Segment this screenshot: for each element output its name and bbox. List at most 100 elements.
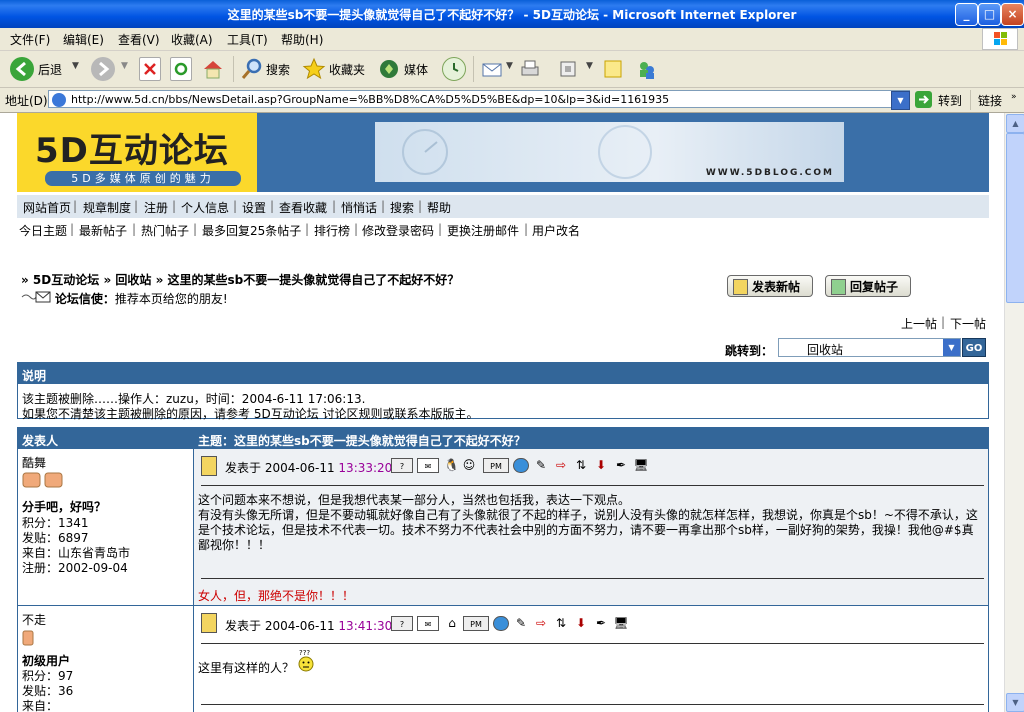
nav-rename[interactable]: 用户改名 <box>532 222 580 239</box>
address-bar: 地址(D) http://www.5d.cn/bbs/NewsDetail.as… <box>0 88 1024 113</box>
move-icon[interactable]: ⇅ <box>573 458 589 473</box>
post-author[interactable]: 不走 <box>22 611 46 628</box>
profile-icon[interactable]: ? <box>391 616 413 631</box>
breadcrumb-board[interactable]: » 回收站 <box>103 273 151 287</box>
window-titlebar[interactable]: 这里的某些sb不要一提头像就觉得自己了不起好不好？ - 5D互动论坛 - Mic… <box>0 0 1024 28</box>
nav-hot-posts[interactable]: 热门帖子 <box>141 222 189 239</box>
nav-help[interactable]: 帮助 <box>427 199 451 216</box>
pm-icon[interactable]: PM <box>483 458 509 473</box>
pm-icon[interactable]: PM <box>463 616 489 631</box>
edit-post-icon[interactable]: ✎ <box>513 616 529 631</box>
quote-icon[interactable]: ⇨ <box>533 616 549 631</box>
back-dropdown-icon[interactable]: ▼ <box>72 61 79 71</box>
jump-go-button[interactable]: GO <box>962 338 986 357</box>
pen-icon[interactable]: ✒ <box>593 616 609 631</box>
history-icon[interactable] <box>442 57 466 81</box>
next-topic-link[interactable]: 下一帖 <box>950 315 986 332</box>
nav-change-password[interactable]: 修改登录密码 <box>362 222 434 239</box>
post-author[interactable]: 酷舞 <box>22 454 46 471</box>
media-icon[interactable] <box>377 57 401 81</box>
edit-icon[interactable] <box>556 57 580 81</box>
reply-button[interactable]: 回复帖子 <box>825 275 911 297</box>
edit-dropdown-icon[interactable]: ▼ <box>586 61 593 71</box>
download-icon[interactable]: ⬇ <box>573 616 589 631</box>
profile-icon[interactable]: ? <box>391 458 413 473</box>
home-icon[interactable] <box>201 57 225 81</box>
search-user-icon[interactable] <box>493 616 509 631</box>
email-icon[interactable]: ✉ <box>417 458 439 473</box>
jump-select[interactable]: 回收站 ▼ <box>778 338 961 357</box>
favorites-label[interactable]: 收藏夹 <box>329 61 365 78</box>
forward-arrow-icon[interactable] <box>91 57 115 81</box>
menu-view[interactable]: 查看(V) <box>118 31 160 48</box>
nav-rules[interactable]: 规章制度 <box>83 199 131 216</box>
nav-settings[interactable]: 设置 <box>242 199 266 216</box>
pen-icon[interactable]: ✒ <box>613 458 629 473</box>
messenger-icon[interactable] <box>635 57 659 81</box>
mail-icon[interactable] <box>480 57 504 81</box>
search-icon[interactable] <box>240 57 264 81</box>
nav-search[interactable]: 搜索 <box>390 199 414 216</box>
links-expand-icon[interactable]: » <box>1011 92 1017 102</box>
nav-favorites[interactable]: 查看收藏 <box>279 199 327 216</box>
nav-today-topics[interactable]: 今日主题 <box>19 222 67 239</box>
site-logo[interactable]: 5D互动论坛 5D多媒体原创的魅力 <box>17 113 257 192</box>
discuss-icon[interactable] <box>601 57 625 81</box>
nav-profile[interactable]: 个人信息 <box>181 199 229 216</box>
download-icon[interactable]: ⬇ <box>593 458 609 473</box>
stop-icon[interactable] <box>139 57 161 81</box>
menu-help[interactable]: 帮助(H) <box>281 31 323 48</box>
nav-change-email[interactable]: 更换注册邮件 <box>447 222 519 239</box>
minimize-button[interactable]: _ <box>955 3 978 26</box>
quote-icon[interactable]: ⇨ <box>553 458 569 473</box>
search-user-icon[interactable] <box>513 458 529 473</box>
address-input[interactable]: http://www.5d.cn/bbs/NewsDetail.asp?Grou… <box>48 90 910 108</box>
mail-dropdown-icon[interactable]: ▼ <box>506 61 513 71</box>
breadcrumb-forum[interactable]: » 5D互动论坛 <box>21 273 99 287</box>
address-dropdown-icon[interactable]: ▼ <box>891 91 910 110</box>
menu-file[interactable]: 文件(F) <box>10 31 50 48</box>
ip-icon[interactable]: 🖥 <box>633 458 649 473</box>
print-icon[interactable] <box>518 57 542 81</box>
new-post-button[interactable]: 发表新帖 <box>727 275 813 297</box>
qq-icon[interactable]: 🐧 <box>444 458 459 473</box>
msn-icon[interactable]: ☺ <box>461 458 477 473</box>
maximize-button[interactable]: □ <box>978 3 1001 26</box>
nav-latest-posts[interactable]: 最新帖子 <box>79 222 127 239</box>
logo-slogan: 5D多媒体原创的魅力 <box>45 171 241 186</box>
close-button[interactable]: × <box>1001 3 1024 26</box>
blog-ad-banner[interactable]: WWW.5DBLOG.COM <box>375 122 844 182</box>
menu-edit[interactable]: 编辑(E) <box>63 31 104 48</box>
favorites-star-icon[interactable] <box>302 57 326 81</box>
links-label[interactable]: 链接 <box>978 92 1002 109</box>
forward-dropdown-icon[interactable]: ▼ <box>121 61 128 71</box>
media-label[interactable]: 媒体 <box>404 61 428 78</box>
go-arrow-icon[interactable] <box>915 91 932 108</box>
back-label[interactable]: 后退 <box>38 61 62 78</box>
nav-register[interactable]: 注册 <box>144 199 168 216</box>
scroll-down-icon[interactable]: ▼ <box>1006 693 1024 712</box>
nav-most-replies[interactable]: 最多回复25条帖子 <box>202 222 301 239</box>
search-label[interactable]: 搜索 <box>266 61 290 78</box>
nav-home[interactable]: 网站首页 <box>23 199 71 216</box>
nav-messages[interactable]: 悄悄话 <box>341 199 377 216</box>
scroll-thumb[interactable] <box>1006 133 1024 303</box>
nav-separator: | <box>332 199 337 213</box>
address-label: 地址(D) <box>5 94 48 108</box>
nav-rankings[interactable]: 排行榜 <box>314 222 350 239</box>
ip-icon[interactable]: 🖥 <box>613 616 629 631</box>
edit-post-icon[interactable]: ✎ <box>533 458 549 473</box>
jump-dropdown-icon[interactable]: ▼ <box>943 339 960 356</box>
move-icon[interactable]: ⇅ <box>553 616 569 631</box>
homepage-icon[interactable]: ⌂ <box>444 616 460 631</box>
go-button[interactable]: 转到 <box>938 92 962 109</box>
prev-topic-link[interactable]: 上一帖 <box>901 315 937 332</box>
menu-favorites[interactable]: 收藏(A) <box>171 31 213 48</box>
back-arrow-icon[interactable] <box>10 57 34 81</box>
menu-tools[interactable]: 工具(T) <box>227 31 268 48</box>
email-icon[interactable]: ✉ <box>417 616 439 631</box>
refresh-icon[interactable] <box>170 57 192 81</box>
vertical-scrollbar[interactable]: ▲ ▼ <box>1004 113 1024 712</box>
scroll-up-icon[interactable]: ▲ <box>1006 114 1024 133</box>
messenger-link[interactable]: 推荐本页给您的朋友! <box>115 292 228 306</box>
